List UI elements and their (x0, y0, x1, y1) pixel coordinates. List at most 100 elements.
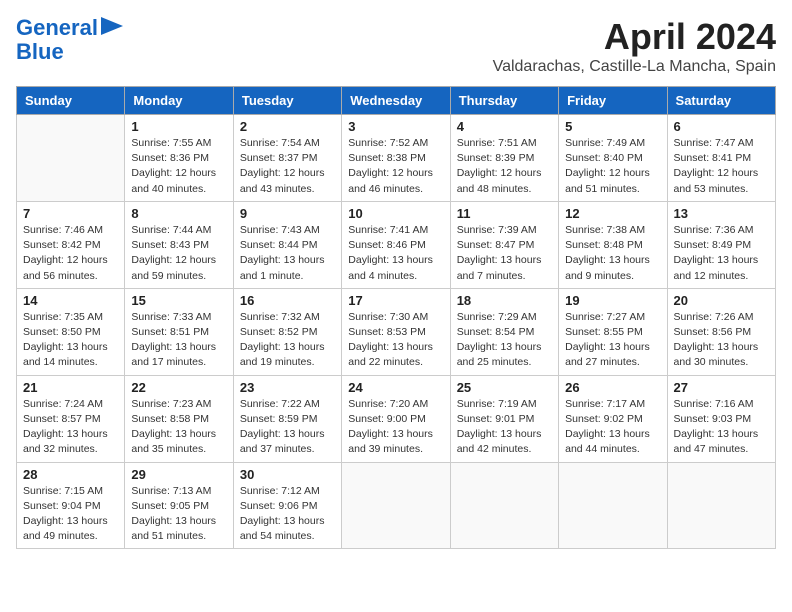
day-info: Sunrise: 7:24 AMSunset: 8:57 PMDaylight:… (23, 397, 118, 458)
weekday-header-friday: Friday (559, 87, 667, 115)
calendar-cell: 24Sunrise: 7:20 AMSunset: 9:00 PMDayligh… (342, 375, 450, 462)
weekday-header-sunday: Sunday (17, 87, 125, 115)
day-info: Sunrise: 7:17 AMSunset: 9:02 PMDaylight:… (565, 397, 660, 458)
day-number: 26 (565, 380, 660, 395)
weekday-header-wednesday: Wednesday (342, 87, 450, 115)
weekday-header-tuesday: Tuesday (233, 87, 341, 115)
day-info: Sunrise: 7:44 AMSunset: 8:43 PMDaylight:… (131, 223, 226, 284)
day-info: Sunrise: 7:19 AMSunset: 9:01 PMDaylight:… (457, 397, 552, 458)
day-info: Sunrise: 7:49 AMSunset: 8:40 PMDaylight:… (565, 136, 660, 197)
calendar-cell: 16 Sunrise: 7:32 AMSunset: 8:52 PMDayligh… (233, 288, 341, 375)
day-info: Sunrise: 7:46 AMSunset: 8:42 PMDaylight:… (23, 223, 118, 284)
title-block: April 2024 Valdarachas, Castille-La Manc… (493, 16, 776, 76)
calendar-cell: 30Sunrise: 7:12 AMSunset: 9:06 PMDayligh… (233, 462, 341, 549)
calendar-cell: 21 Sunrise: 7:24 AMSunset: 8:57 PMDayligh… (17, 375, 125, 462)
calendar-cell (667, 462, 775, 549)
calendar-cell: 29 Sunrise: 7:13 AMSunset: 9:05 PMDayligh… (125, 462, 233, 549)
day-number: 20 (674, 293, 769, 308)
calendar-cell: 7 Sunrise: 7:46 AMSunset: 8:42 PMDaylight… (17, 201, 125, 288)
day-number: 19 (565, 293, 660, 308)
calendar-week-2: 7 Sunrise: 7:46 AMSunset: 8:42 PMDaylight… (17, 201, 776, 288)
day-number: 12 (565, 206, 660, 221)
calendar-cell: 17Sunrise: 7:30 AMSunset: 8:53 PMDayligh… (342, 288, 450, 375)
page-header: General Blue April 2024 Valdarachas, Cas… (16, 16, 776, 76)
day-info: Sunrise: 7:15 AMSunset: 9:04 PMDaylight:… (23, 484, 118, 545)
day-number: 7 (23, 206, 118, 221)
day-info: Sunrise: 7:27 AMSunset: 8:55 PMDaylight:… (565, 310, 660, 371)
day-number: 30 (240, 467, 335, 482)
calendar-cell: 1 Sunrise: 7:55 AMSunset: 8:36 PMDaylight… (125, 115, 233, 202)
day-number: 18 (457, 293, 552, 308)
day-number: 29 (131, 467, 226, 482)
day-info: Sunrise: 7:23 AMSunset: 8:58 PMDaylight:… (131, 397, 226, 458)
day-info: Sunrise: 7:52 AMSunset: 8:38 PMDaylight:… (348, 136, 443, 197)
day-number: 14 (23, 293, 118, 308)
day-info: Sunrise: 7:39 AMSunset: 8:47 PMDaylight:… (457, 223, 552, 284)
day-info: Sunrise: 7:43 AMSunset: 8:44 PMDaylight:… (240, 223, 335, 284)
weekday-header-monday: Monday (125, 87, 233, 115)
calendar-cell: 28 Sunrise: 7:15 AMSunset: 9:04 PMDayligh… (17, 462, 125, 549)
calendar-cell: 5Sunrise: 7:49 AMSunset: 8:40 PMDaylight… (559, 115, 667, 202)
day-info: Sunrise: 7:51 AMSunset: 8:39 PMDaylight:… (457, 136, 552, 197)
calendar-header: SundayMondayTuesdayWednesdayThursdayFrid… (17, 87, 776, 115)
day-number: 4 (457, 119, 552, 134)
day-info: Sunrise: 7:55 AMSunset: 8:36 PMDaylight:… (131, 136, 226, 197)
day-number: 16 (240, 293, 335, 308)
calendar-week-3: 14Sunrise: 7:35 AMSunset: 8:50 PMDayligh… (17, 288, 776, 375)
day-number: 11 (457, 206, 552, 221)
day-number: 27 (674, 380, 769, 395)
weekday-header-saturday: Saturday (667, 87, 775, 115)
calendar-cell: 25Sunrise: 7:19 AMSunset: 9:01 PMDayligh… (450, 375, 558, 462)
weekday-header-row: SundayMondayTuesdayWednesdayThursdayFrid… (17, 87, 776, 115)
calendar-cell: 9Sunrise: 7:43 AMSunset: 8:44 PMDaylight… (233, 201, 341, 288)
calendar-cell: 15Sunrise: 7:33 AMSunset: 8:51 PMDayligh… (125, 288, 233, 375)
calendar-cell: 13 Sunrise: 7:36 AMSunset: 8:49 PMDayligh… (667, 201, 775, 288)
day-info: Sunrise: 7:36 AMSunset: 8:49 PMDaylight:… (674, 223, 769, 284)
calendar-cell: 26 Sunrise: 7:17 AMSunset: 9:02 PMDayligh… (559, 375, 667, 462)
calendar-title: April 2024 (493, 16, 776, 58)
calendar-cell: 12 Sunrise: 7:38 AMSunset: 8:48 PMDayligh… (559, 201, 667, 288)
day-info: Sunrise: 7:29 AMSunset: 8:54 PMDaylight:… (457, 310, 552, 371)
day-number: 22 (131, 380, 226, 395)
day-info: Sunrise: 7:47 AMSunset: 8:41 PMDaylight:… (674, 136, 769, 197)
calendar-week-1: 1 Sunrise: 7:55 AMSunset: 8:36 PMDaylight… (17, 115, 776, 202)
day-number: 24 (348, 380, 443, 395)
day-info: Sunrise: 7:32 AMSunset: 8:52 PMDaylight:… (240, 310, 335, 371)
calendar-cell: 6Sunrise: 7:47 AMSunset: 8:41 PMDaylight… (667, 115, 775, 202)
calendar-cell (17, 115, 125, 202)
calendar-cell: 11 Sunrise: 7:39 AMSunset: 8:47 PMDayligh… (450, 201, 558, 288)
day-number: 15 (131, 293, 226, 308)
day-info: Sunrise: 7:54 AMSunset: 8:37 PMDaylight:… (240, 136, 335, 197)
weekday-header-thursday: Thursday (450, 87, 558, 115)
day-number: 28 (23, 467, 118, 482)
calendar-table: SundayMondayTuesdayWednesdayThursdayFrid… (16, 86, 776, 549)
day-number: 1 (131, 119, 226, 134)
day-number: 23 (240, 380, 335, 395)
day-number: 8 (131, 206, 226, 221)
day-info: Sunrise: 7:13 AMSunset: 9:05 PMDaylight:… (131, 484, 226, 545)
calendar-cell: 4 Sunrise: 7:51 AMSunset: 8:39 PMDaylight… (450, 115, 558, 202)
day-number: 17 (348, 293, 443, 308)
day-info: Sunrise: 7:38 AMSunset: 8:48 PMDaylight:… (565, 223, 660, 284)
calendar-cell: 23 Sunrise: 7:22 AMSunset: 8:59 PMDayligh… (233, 375, 341, 462)
calendar-cell: 19 Sunrise: 7:27 AMSunset: 8:55 PMDayligh… (559, 288, 667, 375)
day-info: Sunrise: 7:22 AMSunset: 8:59 PMDaylight:… (240, 397, 335, 458)
day-number: 13 (674, 206, 769, 221)
day-info: Sunrise: 7:26 AMSunset: 8:56 PMDaylight:… (674, 310, 769, 371)
calendar-cell (559, 462, 667, 549)
calendar-subtitle: Valdarachas, Castille-La Mancha, Spain (493, 58, 776, 76)
calendar-week-5: 28 Sunrise: 7:15 AMSunset: 9:04 PMDayligh… (17, 462, 776, 549)
calendar-cell (450, 462, 558, 549)
day-info: Sunrise: 7:16 AMSunset: 9:03 PMDaylight:… (674, 397, 769, 458)
calendar-cell: 2Sunrise: 7:54 AMSunset: 8:37 PMDaylight… (233, 115, 341, 202)
day-number: 21 (23, 380, 118, 395)
logo-blue: Blue (16, 39, 64, 64)
calendar-week-4: 21 Sunrise: 7:24 AMSunset: 8:57 PMDayligh… (17, 375, 776, 462)
logo-arrow-icon (101, 17, 123, 35)
calendar-body: 1 Sunrise: 7:55 AMSunset: 8:36 PMDaylight… (17, 115, 776, 549)
calendar-cell: 27 Sunrise: 7:16 AMSunset: 9:03 PMDayligh… (667, 375, 775, 462)
day-info: Sunrise: 7:41 AMSunset: 8:46 PMDaylight:… (348, 223, 443, 284)
calendar-cell: 18 Sunrise: 7:29 AMSunset: 8:54 PMDayligh… (450, 288, 558, 375)
day-number: 10 (348, 206, 443, 221)
calendar-cell: 3Sunrise: 7:52 AMSunset: 8:38 PMDaylight… (342, 115, 450, 202)
